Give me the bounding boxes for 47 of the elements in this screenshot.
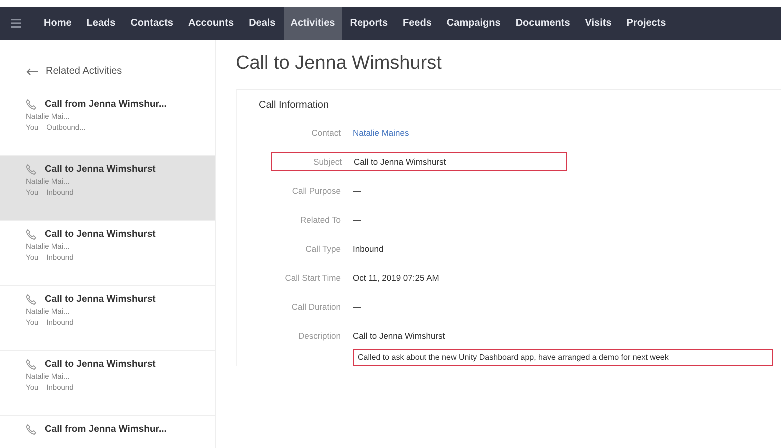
field-label: Call Duration: [290, 302, 342, 312]
field-value: Inbound: [353, 244, 384, 254]
nav-tab[interactable]: Activities: [284, 7, 342, 40]
nav-tab[interactable]: Deals: [242, 7, 283, 40]
field-value: Call to Jenna Wimshurst: [354, 156, 446, 166]
field-value: Call to Jenna Wimshurst: [353, 330, 446, 340]
field-value: —: [353, 214, 362, 224]
activity-title: Call to Jenna Wimshurst: [45, 164, 156, 175]
nav-tab[interactable]: Documents: [508, 7, 578, 40]
nav-tab[interactable]: Feeds: [396, 7, 439, 40]
phone-icon: [26, 99, 37, 110]
section-title: Call Information: [259, 100, 330, 111]
field-label: Related To: [300, 214, 342, 224]
phone-icon: [26, 424, 37, 435]
phone-icon: [26, 359, 37, 370]
activity-title: Call to Jenna Wimshurst: [45, 294, 156, 305]
field-value: —: [353, 186, 362, 196]
menu-icon[interactable]: [11, 19, 21, 28]
nav-tab[interactable]: Home: [37, 7, 79, 40]
back-arrow-icon[interactable]: [26, 68, 38, 76]
activity-item[interactable]: Call from Jenna Wimshur...: [0, 416, 215, 448]
phone-icon: [26, 229, 37, 240]
nav-tab[interactable]: Contacts: [124, 7, 180, 40]
nav-tab[interactable]: Campaigns: [440, 7, 508, 40]
nav-tab[interactable]: Projects: [620, 7, 674, 40]
field-label: Call Start Time: [284, 272, 342, 282]
phone-icon: [26, 294, 37, 305]
nav-tab[interactable]: Leads: [80, 7, 123, 40]
nav-tab[interactable]: Reports: [343, 7, 396, 40]
nav-tab[interactable]: Accounts: [182, 7, 242, 40]
contact-link[interactable]: Natalie Maines: [353, 128, 410, 138]
activity-title: Call to Jenna Wimshurst: [45, 359, 156, 370]
field-label: Contact: [310, 128, 342, 138]
phone-icon: [26, 164, 37, 175]
field-label: Call Purpose: [291, 186, 342, 196]
nav-tab[interactable]: Visits: [578, 7, 619, 40]
field-label: Call Type: [304, 244, 342, 254]
activity-title: Call from Jenna Wimshur...: [45, 99, 167, 110]
activity-title: Call to Jenna Wimshurst: [45, 229, 156, 240]
field-value: —: [353, 302, 362, 312]
record-title: Call to Jenna Wimshurst: [236, 53, 443, 75]
sidebar-title: Related Activities: [46, 66, 122, 77]
field-label: Subject: [312, 156, 343, 166]
field-value: Oct 11, 2019 07:25 AM: [353, 272, 440, 282]
field-label: Description: [297, 330, 342, 340]
description-note: Called to ask about the new Unity Dashboard app, have arranged a demo for next week: [353, 349, 773, 366]
activity-title: Call from Jenna Wimshur...: [45, 424, 167, 435]
